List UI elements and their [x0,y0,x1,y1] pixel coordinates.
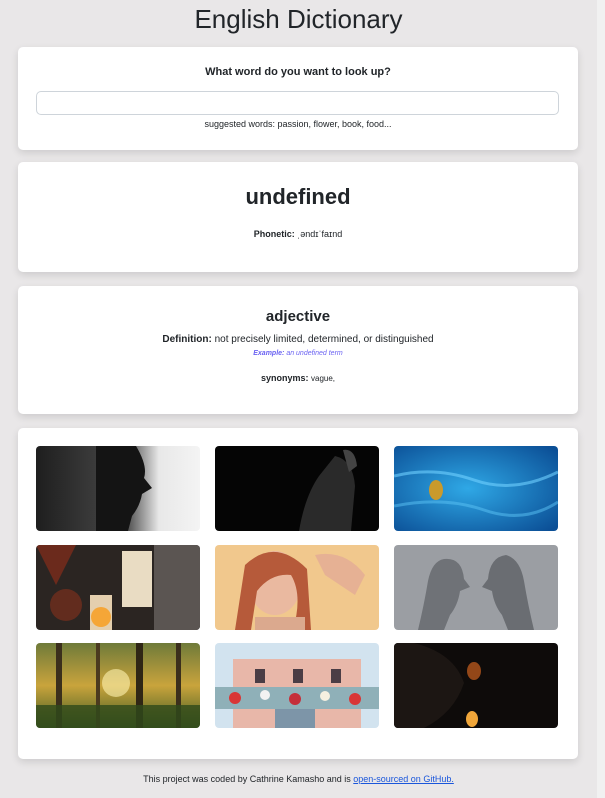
forest-sunlight-photo [36,643,200,728]
example-label: Example: [253,350,285,357]
page-title: English Dictionary [194,4,403,34]
example-line: Example: an undefined term [18,350,578,357]
flowers-building-photo [215,643,379,728]
definition-label: Definition: [162,334,212,345]
phonetic-value: ˌəndɪˈfaɪnd [297,229,343,239]
footer: This project was coded by Cathrine Kamas… [0,774,597,784]
footer-text: This project was coded by Cathrine Kamas… [143,774,354,784]
underwater-blue-photo [394,446,558,531]
synonyms-line: synonyms: vague, [18,373,578,383]
word-title: undefined [245,184,351,209]
example-value: an undefined term [286,350,343,357]
word-card: undefined Phonetic: ˌəndɪˈfaɪnd [18,162,578,272]
search-card: What word do you want to look up? sugges… [18,47,578,150]
woman-eyes-closed-photo [215,545,379,630]
meaning-card: adjective Definition: not precisely limi… [18,286,578,414]
phonetic-label: Phonetic: [253,229,295,239]
synonyms-value: vague, [311,374,336,383]
definition-line: Definition: not precisely limited, deter… [18,334,578,345]
github-link[interactable]: open-sourced on GitHub. [353,774,454,784]
scrollbar[interactable] [597,0,605,798]
dark-candle-glow-photo [394,643,558,728]
synonyms-label: synonyms: [260,373,309,383]
part-of-speech: adjective [265,308,331,325]
photos-card [18,428,578,759]
suggested-words: suggested words: passion, flower, book, … [204,119,392,129]
dark-figure-photo [215,446,379,531]
candles-photo [36,545,200,630]
search-question: What word do you want to look up? [205,66,391,78]
definition-value: not precisely limited, determined, or di… [214,334,434,345]
silhouette-profile-photo [36,446,200,531]
shadow-profiles-photo [394,545,558,630]
phonetic-line: Phonetic: ˌəndɪˈfaɪnd [18,229,578,239]
search-input[interactable] [36,91,559,115]
